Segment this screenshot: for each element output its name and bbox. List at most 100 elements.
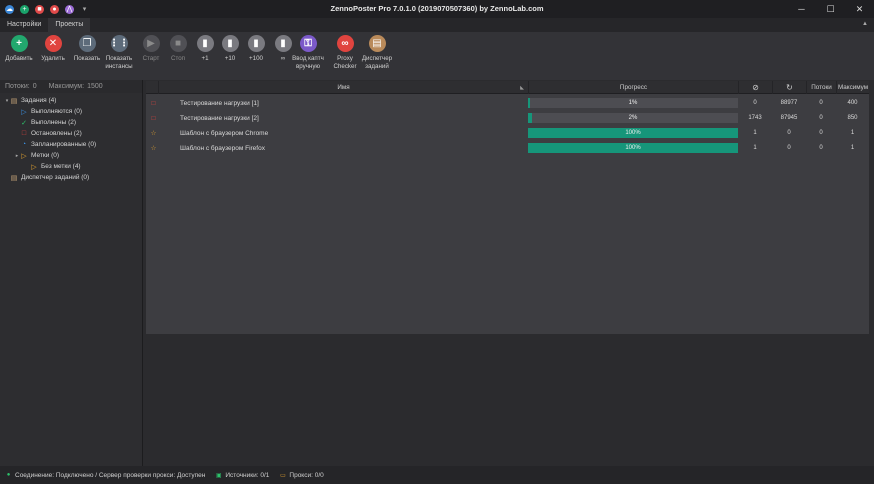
task-manager-button[interactable]: ▤ Диспетчер заданий <box>362 35 392 70</box>
manual-captcha-button[interactable]: ⚿ Ввод каптч вручную <box>292 35 324 70</box>
close-button[interactable]: ✕ <box>845 0 874 18</box>
infinite-button-label: ∞ <box>280 55 286 62</box>
table-row[interactable]: ☆ Шаблон с браузером Chrome 100% 1 0 0 1 <box>146 126 869 140</box>
sources-status[interactable]: ▣ Источники: 0/1 <box>215 472 269 479</box>
header-max[interactable]: Максимум <box>836 81 869 94</box>
max-count: 1 <box>850 130 855 136</box>
tab-projects[interactable]: Проекты <box>48 18 91 32</box>
proxy-checker-button[interactable]: ∞ Proxy Checker <box>330 35 360 70</box>
tree-item[interactable]: ▷ Выполняются (0) <box>0 106 142 117</box>
task-manager-button-label: Диспетчер заданий <box>361 55 393 70</box>
plus-100-button-label: +100 <box>249 55 263 62</box>
delete-button[interactable]: ✕ Удалить <box>38 35 68 63</box>
header-threads[interactable]: Потоки <box>806 81 836 94</box>
task-name: Тестирование нагрузки [2] <box>180 114 259 122</box>
start-button[interactable]: ▶ Старт <box>136 35 166 63</box>
refresh-icon: ↻ <box>786 83 793 92</box>
table-row[interactable]: □ Тестирование нагрузки [1] 1% 0 88977 0 400 <box>146 96 869 110</box>
dropdown-icon[interactable]: ▾ <box>80 5 89 14</box>
grid-header: Имя ◣ Прогресс ⊘ ↻ Потоки Максимум <box>146 81 869 94</box>
progress-bar: 1% <box>528 98 738 108</box>
show-button-label: Показать <box>73 55 101 62</box>
tasks-grid: Имя ◣ Прогресс ⊘ ↻ Потоки Максимум □ Тест… <box>146 81 869 334</box>
tree-item[interactable]: ▾ ▤ Задания (4) <box>0 95 142 106</box>
show-button[interactable]: ❐ Показать <box>72 35 102 63</box>
stop-icon[interactable]: ■ <box>35 4 44 14</box>
plus-1-button-label: +1 <box>201 55 209 62</box>
task-tree: ▾ ▤ Задания (4) ▷ Выполняются (0) ✓ Выполнены … <box>0 95 142 183</box>
check-circle-icon: ⊘ <box>752 83 759 92</box>
clock-icon: ◔ <box>21 141 27 148</box>
record-icon[interactable]: ● <box>50 4 59 14</box>
attempts-count: 88977 <box>780 100 798 106</box>
table-row[interactable]: □ Тестирование нагрузки [2] 2% 1743 87945 0 85… <box>146 111 869 125</box>
stop-button-label: Стоп <box>170 55 186 62</box>
proxies-text: Прокси: 0/0 <box>289 471 324 479</box>
tab-settings[interactable]: Настройки <box>0 18 48 32</box>
header-name[interactable]: Имя ◣ <box>158 81 528 94</box>
tree-item[interactable]: ▸ ▷ Метки (0) <box>0 150 142 161</box>
stop-button[interactable]: ■ Стоп <box>163 35 193 63</box>
tree-item-label: Остановлены (2) <box>31 130 82 137</box>
max-count: 850 <box>847 115 858 121</box>
minimize-button[interactable]: ─ <box>787 0 816 18</box>
clipboard-icon: ▮ <box>221 35 239 52</box>
tree-item[interactable]: ▤ Диспетчер заданий (0) <box>0 172 142 183</box>
play-icon: ▶ <box>142 35 160 52</box>
grid-icon: ⋮⋮ <box>109 35 129 52</box>
progress-bar: 100% <box>528 143 738 153</box>
progress-label: 1% <box>628 100 638 106</box>
proxies-status[interactable]: ▭ Прокси: 0/0 <box>279 471 324 479</box>
threads-label: Потоки: <box>5 83 30 90</box>
collapse-ribbon-icon[interactable]: ▲ <box>862 21 868 27</box>
clipboard-icon: ▮ <box>196 35 214 52</box>
tree-item-label: Метки (0) <box>31 152 60 159</box>
task-name: Шаблон с браузером Chrome <box>180 129 269 137</box>
sources-text: Источники: 0/1 <box>225 471 270 479</box>
tree-item[interactable]: ▷ Без метки (4) <box>0 161 142 172</box>
attempts-count: 87945 <box>780 115 798 121</box>
delete-button-label: Удалить <box>41 55 65 62</box>
chain-icon: ∞ <box>336 35 354 52</box>
tree-item-label: Задания (4) <box>21 97 57 104</box>
header-attempts[interactable]: ↻ <box>772 81 806 94</box>
progress-label: 100% <box>625 130 641 136</box>
tree-item[interactable]: □ Остановлены (2) <box>0 128 142 139</box>
threads-count: 0 <box>819 100 823 106</box>
activity-icon[interactable]: ⋀ <box>65 4 74 14</box>
window-title: ZennoPoster Pro 7.0.1.0 (2019070507360) … <box>330 4 544 13</box>
maximize-button[interactable]: ☐ <box>816 0 845 18</box>
task-name: Тестирование нагрузки [1] <box>180 99 259 107</box>
threads-value: 0 <box>32 83 37 90</box>
header-done[interactable]: ⊘ <box>738 81 772 94</box>
captcha-icon: ⚿ <box>299 35 317 52</box>
stop-icon: ■ <box>169 35 187 52</box>
star-icon: ☆ <box>150 130 157 137</box>
tree-item[interactable]: ✓ Выполнены (2) <box>0 117 142 128</box>
zennoposter-logo-icon[interactable]: ☁ <box>5 4 14 14</box>
attempts-count: 0 <box>787 130 791 136</box>
tree-item[interactable]: ◔ Запланированные (0) <box>0 139 142 150</box>
plus-10-button-label: +10 <box>224 55 236 62</box>
tasks-icon: ▤ <box>10 97 18 105</box>
done-count: 1743 <box>748 115 762 121</box>
add-button-label: Добавить <box>5 55 33 62</box>
max-label: Максимум: <box>48 83 85 90</box>
plus-100-button[interactable]: ▮ +100 <box>241 35 271 63</box>
star-icon: ☆ <box>150 145 157 152</box>
proxy-checker-button-label: Proxy Checker <box>333 55 357 70</box>
add-button[interactable]: + Добавить <box>4 35 34 63</box>
table-row[interactable]: ☆ Шаблон с браузером Firefox 100% 1 0 0 1 <box>146 141 869 155</box>
filter-icon[interactable]: ◣ <box>520 85 524 91</box>
header-progress[interactable]: Прогресс <box>528 81 738 94</box>
header-select[interactable] <box>146 81 158 94</box>
add-icon[interactable]: + <box>20 4 29 14</box>
done-count: 0 <box>753 100 757 106</box>
ribbon-toolbar: + Добавить ✕ Удалить ❐ Показать ⋮⋮ Показать инс… <box>0 32 874 80</box>
max-value: 1500 <box>87 83 103 90</box>
show-instances-button[interactable]: ⋮⋮ Показать инстансы <box>104 35 134 70</box>
stopped-icon: □ <box>151 99 156 107</box>
task-name: Шаблон с браузером Firefox <box>180 144 265 152</box>
progress-bar: 100% <box>528 128 738 138</box>
sources-icon: ▣ <box>216 472 222 479</box>
